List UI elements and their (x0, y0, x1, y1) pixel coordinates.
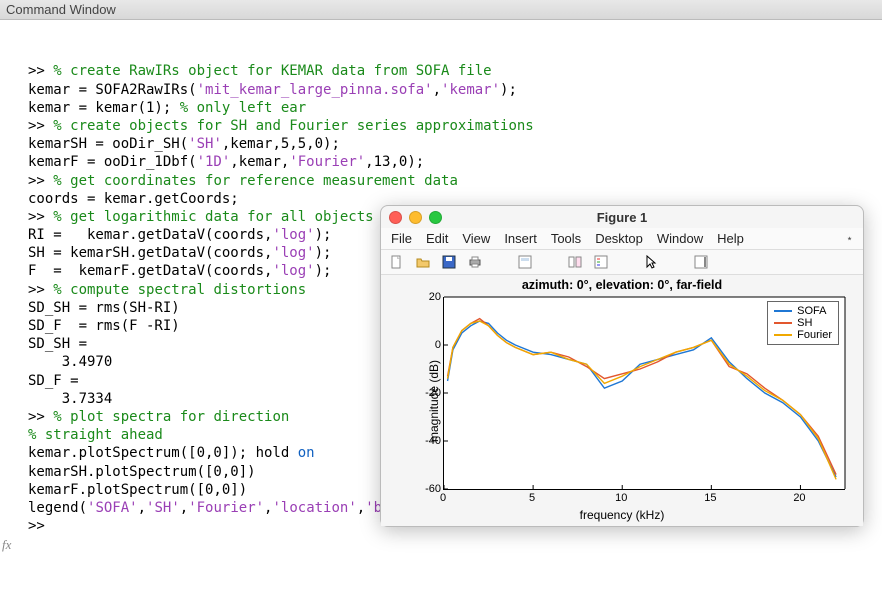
command-window-titlebar: Command Window (0, 0, 882, 20)
plot-title: azimuth: 0°, elevation: 0°, far-field (381, 278, 863, 292)
y-tick: -60 (407, 483, 441, 495)
code-line: >> % create objects for SH and Fourier s… (6, 117, 876, 135)
menu-help[interactable]: Help (717, 231, 744, 246)
figure-toolbar (381, 250, 863, 275)
menu-edit[interactable]: Edit (426, 231, 448, 246)
y-tick: -20 (407, 387, 441, 399)
save-icon[interactable] (441, 254, 457, 270)
figure-title: Figure 1 (381, 210, 863, 225)
fx-gutter: fx (2, 537, 11, 554)
pointer-icon[interactable] (643, 254, 659, 270)
legend-label: Fourier (797, 329, 832, 341)
traffic-lights (389, 211, 442, 224)
menu-insert[interactable]: Insert (504, 231, 537, 246)
code-line: >> % create RawIRs object for KEMAR data… (6, 62, 876, 80)
link-icon[interactable] (567, 254, 583, 270)
legend[interactable]: SOFASHFourier (767, 301, 839, 345)
menu-tools[interactable]: Tools (551, 231, 581, 246)
code-line: kemar = kemar(1); % only left ear (6, 99, 876, 117)
x-tick: 0 (440, 492, 446, 504)
code-line: kemar = SOFA2RawIRs('mit_kemar_large_pin… (6, 81, 876, 99)
code-line: kemarF = ooDir_1Dbf('1D',kemar,'Fourier'… (6, 153, 876, 171)
menu-file[interactable]: File (391, 231, 412, 246)
figure-menubar: File Edit View Insert Tools Desktop Window Help… (381, 228, 863, 250)
close-icon[interactable] (389, 211, 402, 224)
minimize-icon[interactable] (409, 211, 422, 224)
x-tick: 20 (793, 492, 805, 504)
menu-desktop[interactable]: Desktop (595, 231, 643, 246)
legend-label: SOFA (797, 305, 826, 317)
code-line: >> % get coordinates for reference measu… (6, 172, 876, 190)
legend-entry: SH (774, 317, 832, 329)
data-tip-icon[interactable] (517, 254, 533, 270)
y-tick: 20 (407, 291, 441, 303)
menu-overflow-icon[interactable]: ⋆ (846, 232, 853, 245)
legend-label: SH (797, 317, 812, 329)
y-axis-label: magnitude (dB) (427, 359, 441, 441)
print-icon[interactable] (467, 254, 483, 270)
zoom-icon[interactable] (429, 211, 442, 224)
new-file-icon[interactable] (389, 254, 405, 270)
axes: SOFASHFourier (443, 297, 845, 490)
menu-view[interactable]: View (462, 231, 490, 246)
x-tick: 5 (529, 492, 535, 504)
x-tick: 10 (615, 492, 627, 504)
code-line: kemarSH = ooDir_SH('SH',kemar,5,5,0); (6, 135, 876, 153)
legend-swatch (774, 310, 792, 312)
legend-entry: SOFA (774, 305, 832, 317)
plot-area: azimuth: 0°, elevation: 0°, far-field ma… (381, 275, 863, 526)
x-axis-label: frequency (kHz) (381, 508, 863, 522)
menu-window[interactable]: Window (657, 231, 703, 246)
legend-swatch (774, 334, 792, 336)
y-tick: 0 (407, 339, 441, 351)
legend-icon[interactable] (593, 254, 609, 270)
y-tick: -40 (407, 435, 441, 447)
figure-titlebar[interactable]: Figure 1 (381, 206, 863, 228)
figure-window: Figure 1 File Edit View Insert Tools Desktop W… (380, 205, 864, 527)
insert-colorbar-icon[interactable] (693, 254, 709, 270)
x-tick: 15 (704, 492, 716, 504)
legend-entry: Fourier (774, 329, 832, 341)
legend-swatch (774, 322, 792, 324)
window-title: Command Window (6, 2, 116, 17)
open-folder-icon[interactable] (415, 254, 431, 270)
